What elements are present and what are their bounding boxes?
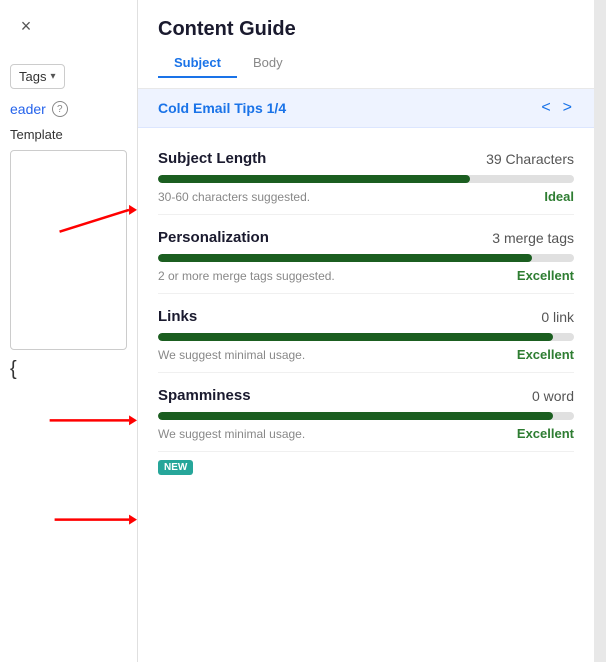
cold-email-banner: Cold Email Tips 1/4 < > <box>138 89 594 128</box>
metric-name-spamminess: Spamminess <box>158 387 251 404</box>
metric-value-subject-length: 39 Characters <box>486 151 574 167</box>
metric-footer-subject-length: 30-60 characters suggested. Ideal <box>158 189 574 204</box>
sidebar: × Tags ▾ eader ? Template { <box>0 0 138 662</box>
metric-status-spamminess: Excellent <box>517 426 574 441</box>
new-badge: NEW <box>158 460 193 475</box>
progress-bar-fill-spamminess <box>158 412 553 420</box>
progress-bar-bg-spamminess <box>158 412 574 420</box>
metric-suggestion-personalization: 2 or more merge tags suggested. <box>158 269 335 283</box>
progress-bar-fill-personalization <box>158 254 532 262</box>
metric-item-spamminess: Spamminess 0 word We suggest minimal usa… <box>158 373 574 452</box>
tags-dropdown[interactable]: Tags ▾ <box>10 64 65 89</box>
metric-item-subject-length: Subject Length 39 Characters 30-60 chara… <box>158 136 574 215</box>
progress-bar-fill-links <box>158 333 553 341</box>
nav-arrows: < > <box>539 99 574 117</box>
tab-bar: Subject Body <box>158 49 574 78</box>
template-label: Template <box>10 127 127 142</box>
metric-suggestion-subject-length: 30-60 characters suggested. <box>158 190 310 204</box>
template-textarea[interactable] <box>10 150 127 350</box>
progress-bar-fill-subject-length <box>158 175 470 183</box>
progress-bar-bg-personalization <box>158 254 574 262</box>
metric-header-links: Links 0 link <box>158 308 574 325</box>
cold-email-title: Cold Email Tips 1/4 <box>158 100 286 116</box>
metric-footer-spamminess: We suggest minimal usage. Excellent <box>158 426 574 441</box>
progress-bar-bg-subject-length <box>158 175 574 183</box>
metric-suggestion-spamminess: We suggest minimal usage. <box>158 427 305 441</box>
close-button[interactable]: × <box>12 12 40 40</box>
prev-arrow-button[interactable]: < <box>539 99 552 117</box>
metric-value-links: 0 link <box>541 309 574 325</box>
curly-brace: { <box>10 358 127 381</box>
scrollbar[interactable] <box>594 0 606 662</box>
chevron-down-icon: ▾ <box>50 71 55 82</box>
metric-value-personalization: 3 merge tags <box>492 230 574 246</box>
main-panel: Content Guide Subject Body Cold Email Ti… <box>138 0 594 662</box>
metric-header-personalization: Personalization 3 merge tags <box>158 229 574 246</box>
panel-header: Content Guide Subject Body <box>138 0 594 89</box>
metric-footer-personalization: 2 or more merge tags suggested. Excellen… <box>158 268 574 283</box>
metric-name-links: Links <box>158 308 197 325</box>
metric-item-personalization: Personalization 3 merge tags 2 or more m… <box>158 215 574 294</box>
metric-status-subject-length: Ideal <box>544 189 574 204</box>
tags-label: Tags <box>19 69 46 84</box>
metrics-list: Subject Length 39 Characters 30-60 chara… <box>138 128 594 662</box>
metric-status-personalization: Excellent <box>517 268 574 283</box>
help-icon[interactable]: ? <box>52 101 68 117</box>
panel-title: Content Guide <box>158 18 574 41</box>
metric-header-subject-length: Subject Length 39 Characters <box>158 150 574 167</box>
metric-value-spamminess: 0 word <box>532 388 574 404</box>
tab-body[interactable]: Body <box>237 49 299 78</box>
tab-subject[interactable]: Subject <box>158 49 237 78</box>
header-label: eader <box>10 101 46 117</box>
metric-item-links: Links 0 link We suggest minimal usage. E… <box>158 294 574 373</box>
metric-status-links: Excellent <box>517 347 574 362</box>
metric-header-spamminess: Spamminess 0 word <box>158 387 574 404</box>
progress-bar-bg-links <box>158 333 574 341</box>
metric-footer-links: We suggest minimal usage. Excellent <box>158 347 574 362</box>
metric-name-subject-length: Subject Length <box>158 150 266 167</box>
metric-suggestion-links: We suggest minimal usage. <box>158 348 305 362</box>
next-arrow-button[interactable]: > <box>561 99 574 117</box>
metric-name-personalization: Personalization <box>158 229 269 246</box>
